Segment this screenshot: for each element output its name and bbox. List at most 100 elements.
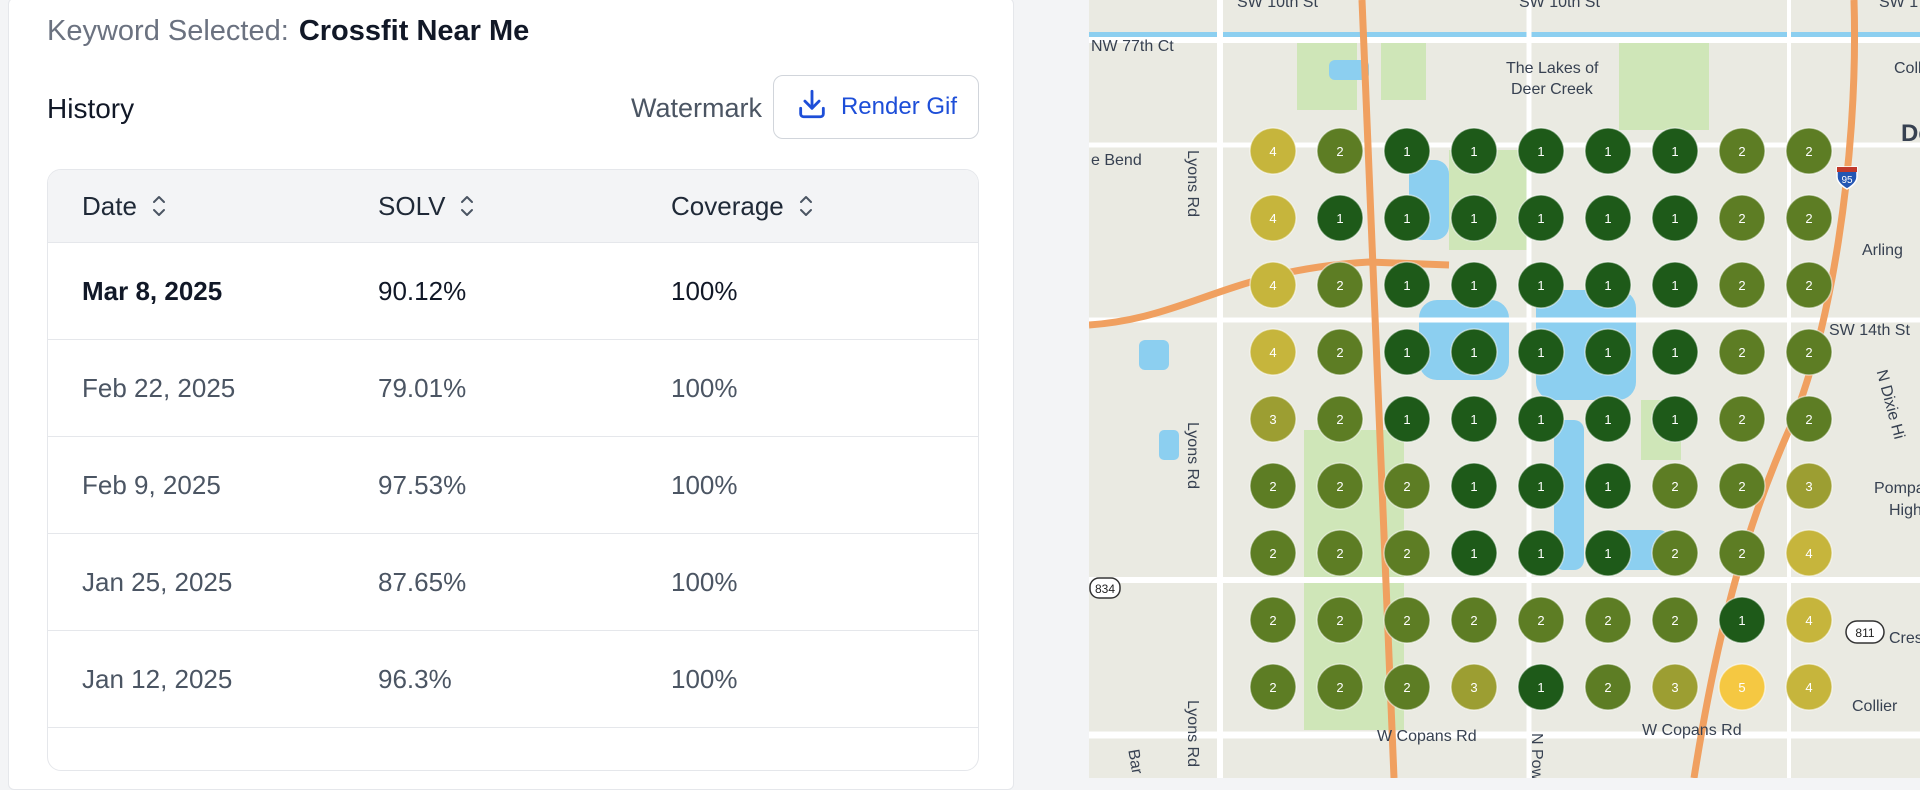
rank-marker[interactable]: 2 [1383, 596, 1431, 644]
rank-marker[interactable]: 1 [1651, 328, 1699, 376]
history-title: History [47, 93, 135, 124]
rank-marker[interactable]: 2 [1383, 462, 1431, 510]
rank-marker[interactable]: 1 [1316, 194, 1364, 242]
rank-marker[interactable]: 1 [1517, 328, 1565, 376]
rank-marker[interactable]: 3 [1249, 395, 1297, 443]
rank-marker[interactable]: 1 [1517, 663, 1565, 711]
rank-marker[interactable]: 4 [1785, 663, 1833, 711]
rank-marker[interactable]: 2 [1718, 194, 1766, 242]
rank-map[interactable]: 4 2 1 1 1 1 1 2 2 4 1 1 1 1 1 1 2 2 4 2 1 1 1 1 1 2 2 4 2 1 1 1 1 1 2 2 3 2 1 1… [1089, 0, 1920, 778]
rank-marker[interactable]: 1 [1383, 395, 1431, 443]
rank-marker[interactable]: 2 [1316, 395, 1364, 443]
street-label: SW 10th St [1519, 0, 1600, 11]
rank-marker[interactable]: 2 [1316, 328, 1364, 376]
rank-marker[interactable]: 2 [1316, 127, 1364, 175]
rank-marker[interactable]: 1 [1584, 529, 1632, 577]
rank-marker[interactable]: 1 [1450, 395, 1498, 443]
rank-marker[interactable]: 1 [1584, 194, 1632, 242]
rank-marker[interactable]: 2 [1383, 663, 1431, 711]
rank-marker[interactable]: 1 [1584, 395, 1632, 443]
rank-marker[interactable]: 1 [1584, 462, 1632, 510]
rank-marker[interactable]: 2 [1718, 529, 1766, 577]
rank-marker[interactable]: 3 [1651, 663, 1699, 711]
rank-marker[interactable]: 1 [1450, 462, 1498, 510]
rank-marker[interactable]: 2 [1651, 529, 1699, 577]
rank-marker[interactable]: 3 [1785, 462, 1833, 510]
rank-marker[interactable]: 1 [1517, 395, 1565, 443]
rank-marker[interactable]: 1 [1517, 462, 1565, 510]
date-header[interactable]: Date [82, 170, 167, 242]
rank-marker[interactable]: 2 [1651, 462, 1699, 510]
rank-marker[interactable]: 2 [1316, 529, 1364, 577]
rank-marker[interactable]: 2 [1718, 395, 1766, 443]
rank-marker[interactable]: 2 [1316, 261, 1364, 309]
rank-marker[interactable]: 2 [1785, 328, 1833, 376]
rank-marker[interactable]: 4 [1785, 529, 1833, 577]
render-gif-button[interactable]: Render Gif [773, 75, 979, 139]
rank-marker[interactable]: 2 [1249, 529, 1297, 577]
rank-marker[interactable]: 1 [1450, 328, 1498, 376]
rank-marker[interactable]: 1 [1651, 194, 1699, 242]
rank-marker[interactable]: 1 [1651, 261, 1699, 309]
rank-marker[interactable]: 1 [1584, 328, 1632, 376]
rank-marker[interactable]: 2 [1517, 596, 1565, 644]
rank-marker[interactable]: 2 [1785, 127, 1833, 175]
rank-marker[interactable]: 2 [1584, 596, 1632, 644]
rank-marker[interactable]: 1 [1450, 261, 1498, 309]
table-row[interactable]: Feb 22, 2025 79.01% 100% [48, 340, 978, 437]
table-row[interactable]: Mar 8, 2025 90.12% 100% [48, 243, 978, 340]
rank-marker[interactable]: 2 [1383, 529, 1431, 577]
rank-marker[interactable]: 1 [1450, 127, 1498, 175]
rank-marker[interactable]: 1 [1651, 395, 1699, 443]
place-label: e Bend [1091, 152, 1142, 169]
rank-marker[interactable]: 1 [1450, 529, 1498, 577]
rank-marker[interactable]: 2 [1785, 194, 1833, 242]
rank-marker[interactable]: 1 [1517, 529, 1565, 577]
rank-marker[interactable]: 2 [1249, 663, 1297, 711]
rank-marker[interactable]: 2 [1316, 462, 1364, 510]
rank-marker[interactable]: 4 [1249, 261, 1297, 309]
rank-marker[interactable]: 2 [1450, 596, 1498, 644]
rank-value: 2 [1805, 211, 1812, 226]
rank-marker[interactable]: 4 [1785, 596, 1833, 644]
rank-marker[interactable]: 4 [1249, 328, 1297, 376]
rank-marker[interactable]: 4 [1249, 194, 1297, 242]
table-row[interactable]: Jan 25, 2025 87.65% 100% [48, 534, 978, 631]
rank-marker[interactable]: 1 [1651, 127, 1699, 175]
rank-marker[interactable]: 2 [1249, 596, 1297, 644]
rank-marker[interactable]: 3 [1450, 663, 1498, 711]
rank-marker[interactable]: 1 [1517, 261, 1565, 309]
rank-marker[interactable]: 2 [1718, 261, 1766, 309]
rank-marker[interactable]: 2 [1718, 462, 1766, 510]
rank-marker[interactable]: 4 [1249, 127, 1297, 175]
rank-value: 1 [1604, 144, 1611, 159]
rank-marker[interactable]: 2 [1316, 596, 1364, 644]
rank-marker[interactable]: 2 [1584, 663, 1632, 711]
rank-marker[interactable]: 2 [1785, 395, 1833, 443]
rank-marker[interactable]: 2 [1718, 328, 1766, 376]
watermark-label[interactable]: Watermark [631, 93, 762, 124]
solv-header[interactable]: SOLV [378, 170, 475, 242]
date-cell: Mar 8, 2025 [82, 275, 223, 306]
rank-marker[interactable]: 1 [1718, 596, 1766, 644]
rank-marker[interactable]: 1 [1517, 194, 1565, 242]
rank-marker[interactable]: 2 [1718, 127, 1766, 175]
rank-marker[interactable]: 1 [1383, 127, 1431, 175]
rank-marker[interactable]: 1 [1383, 261, 1431, 309]
rank-value: 1 [1671, 278, 1678, 293]
rank-value: 2 [1671, 479, 1678, 494]
rank-marker[interactable]: 1 [1450, 194, 1498, 242]
rank-marker[interactable]: 1 [1584, 261, 1632, 309]
rank-marker[interactable]: 1 [1383, 194, 1431, 242]
rank-marker[interactable]: 2 [1249, 462, 1297, 510]
coverage-header[interactable]: Coverage [671, 170, 814, 242]
rank-marker[interactable]: 1 [1584, 127, 1632, 175]
rank-marker[interactable]: 5 [1718, 663, 1766, 711]
rank-marker[interactable]: 1 [1383, 328, 1431, 376]
rank-marker[interactable]: 2 [1316, 663, 1364, 711]
rank-marker[interactable]: 2 [1651, 596, 1699, 644]
rank-marker[interactable]: 1 [1517, 127, 1565, 175]
table-row[interactable]: Jan 12, 2025 96.3% 100% [48, 631, 978, 728]
rank-marker[interactable]: 2 [1785, 261, 1833, 309]
table-row[interactable]: Feb 9, 2025 97.53% 100% [48, 437, 978, 534]
